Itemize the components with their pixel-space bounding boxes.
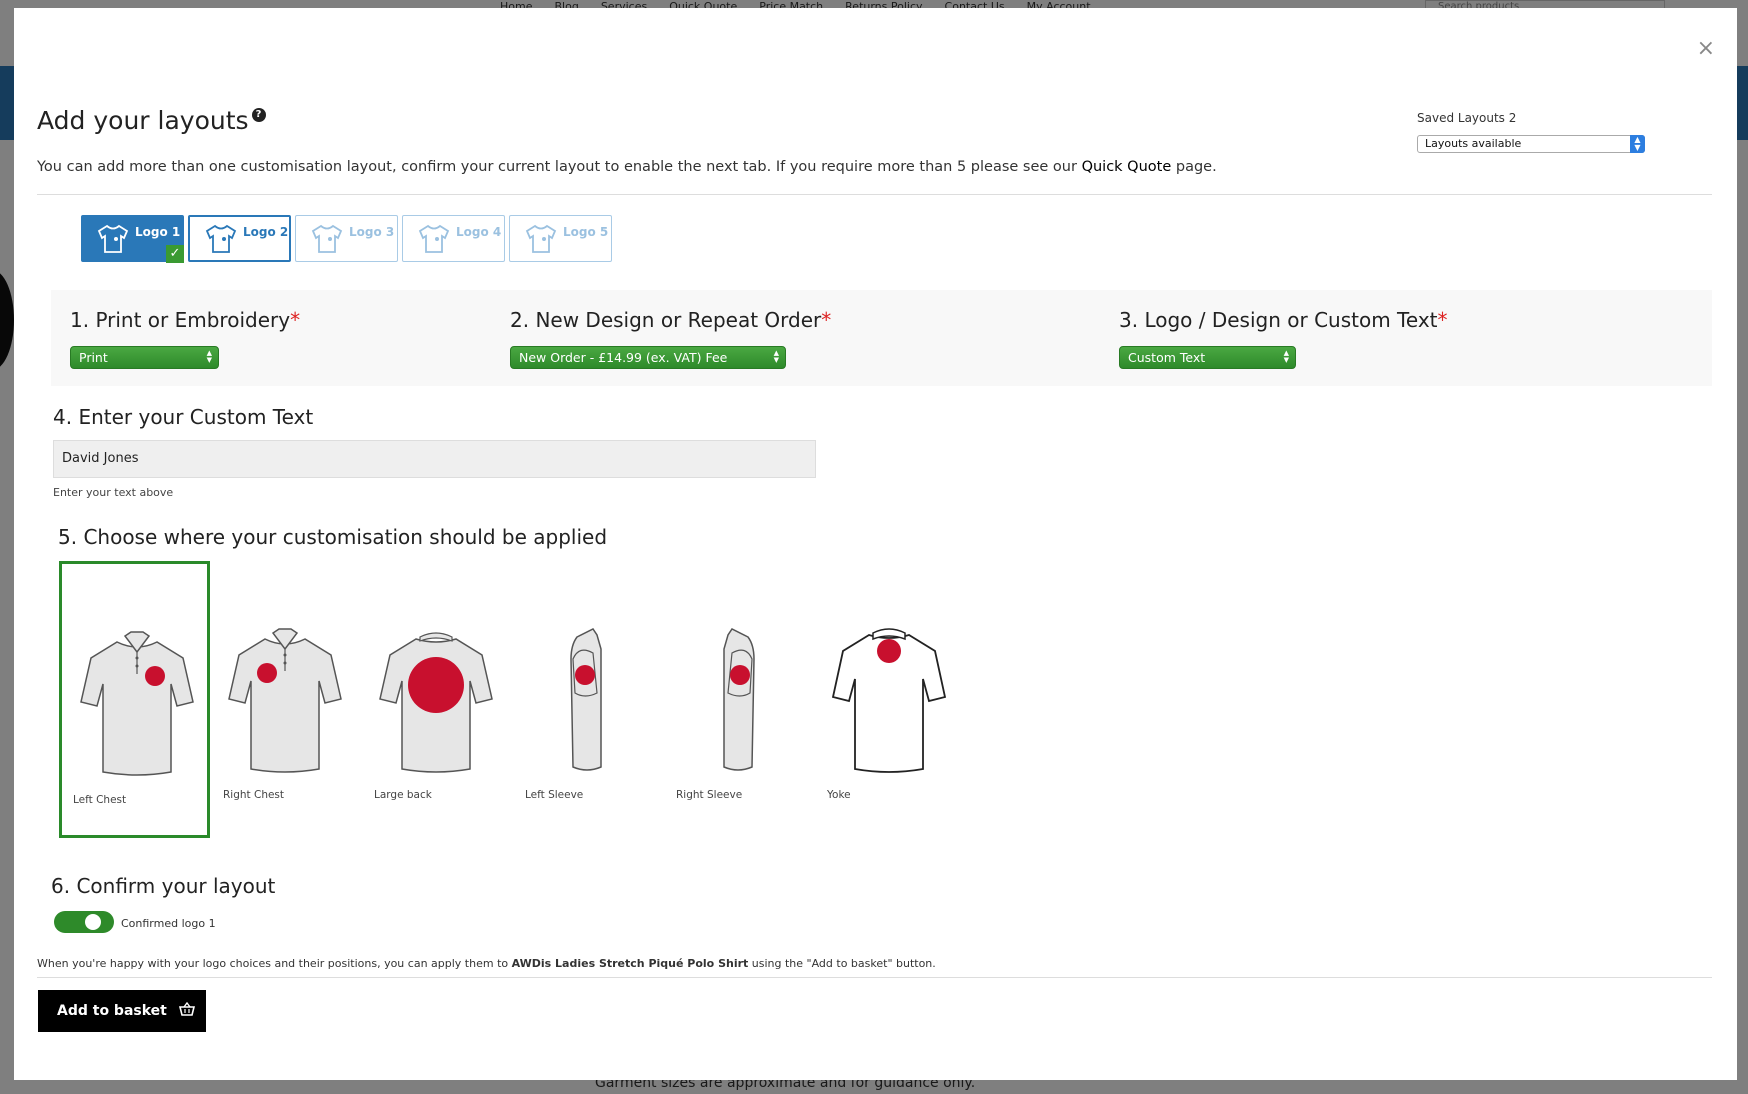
position-label: Left Sleeve (525, 789, 584, 801)
modal-title: Add your layouts ? (37, 106, 266, 135)
step6-title: 6. Confirm your layout (51, 874, 276, 898)
position-options: Left Chest Right Chest Large back Left S… (59, 561, 965, 838)
required-marker: * (290, 308, 301, 332)
select-value: Print (79, 350, 108, 365)
select-value: Custom Text (1128, 350, 1206, 365)
confirm-layout-toggle[interactable] (54, 911, 114, 933)
saved-layouts-label: Saved Layouts 2 (1417, 111, 1517, 125)
polo-front-icon (80, 631, 194, 776)
tab-logo-3[interactable]: Logo 3 (295, 215, 398, 262)
shirt-back-icon (831, 628, 947, 773)
step-title: 3. Logo / Design or Custom Text* (1119, 308, 1448, 332)
custom-text-help: Enter your text above (53, 486, 174, 499)
tab-logo-1[interactable]: Logo 1 ✓ (81, 215, 184, 263)
tab-label: Logo 5 (563, 224, 609, 239)
custom-text-input[interactable]: David Jones (53, 440, 816, 478)
note-before: When you're happy with your logo choices… (37, 957, 512, 970)
design-order-select[interactable]: New Order - £14.99 (ex. VAT) Fee ▲ ▼ (510, 346, 786, 369)
step-title: 2. New Design or Repeat Order* (510, 308, 831, 332)
tab-label: Logo 2 (243, 224, 289, 239)
step-design-order: 2. New Design or Repeat Order* New Order… (510, 308, 831, 369)
step4-title: 4. Enter your Custom Text (53, 405, 314, 429)
position-label: Large back (374, 789, 432, 801)
basket-icon (178, 1001, 195, 1020)
modal-title-text: Add your layouts (37, 106, 249, 135)
tab-logo-2[interactable]: Logo 2 (188, 215, 291, 262)
note-after: using the "Add to basket" button. (748, 957, 936, 970)
step-print-embroidery: 1. Print or Embroidery* Print ▲ ▼ (70, 308, 300, 369)
position-label: Right Sleeve (676, 789, 743, 801)
steps-row: 1. Print or Embroidery* Print ▲ ▼ 2. New … (51, 290, 1712, 386)
position-label: Right Chest (223, 789, 285, 801)
select-arrows-icon: ▲ ▼ (1630, 135, 1645, 153)
add-to-basket-label: Add to basket (57, 1003, 167, 1019)
step-title-text: 1. Print or Embroidery (70, 308, 291, 332)
tshirt-icon (205, 224, 237, 253)
polo-side-icon (723, 628, 755, 771)
step-title: 1. Print or Embroidery* (70, 308, 300, 332)
select-arrows-icon: ▲ ▼ (1283, 349, 1289, 364)
saved-layouts-value: Layouts available (1425, 137, 1522, 150)
toggle-knob (85, 914, 101, 930)
polo-front-icon (228, 628, 342, 773)
tab-label: Logo 3 (349, 224, 395, 239)
layout-modal: × Add your layouts ? You can add more th… (14, 8, 1737, 1080)
position-label: Left Chest (73, 794, 127, 806)
intro-text: You can add more than one customisation … (37, 159, 1217, 175)
polo-back-icon (379, 632, 493, 773)
saved-layouts-select[interactable]: Layouts available ▲ ▼ (1417, 135, 1645, 153)
note-product: AWDis Ladies Stretch Piqué Polo Shirt (511, 957, 749, 970)
tab-label: Logo 1 (135, 224, 181, 239)
divider (37, 194, 1712, 195)
select-value: New Order - £14.99 (ex. VAT) Fee (519, 350, 728, 365)
required-marker: * (1437, 308, 1448, 332)
intro-after: page. (1171, 159, 1217, 175)
tab-label: Logo 4 (456, 224, 502, 239)
tab-logo-4[interactable]: Logo 4 (402, 215, 505, 262)
position-large-back[interactable]: Large back (361, 561, 512, 838)
logo-text-select[interactable]: Custom Text ▲ ▼ (1119, 346, 1296, 369)
close-icon[interactable]: × (1697, 36, 1715, 61)
position-yoke[interactable]: Yoke (814, 561, 965, 838)
divider (37, 977, 1712, 978)
position-right-chest[interactable]: Right Chest (210, 561, 361, 838)
help-icon[interactable]: ? (251, 108, 266, 122)
tshirt-icon (97, 224, 129, 253)
step5-title: 5. Choose where your customisation shoul… (58, 525, 608, 549)
step-logo-text: 3. Logo / Design or Custom Text* Custom … (1119, 308, 1448, 369)
select-arrows-icon: ▲ ▼ (206, 349, 212, 364)
quick-quote-link[interactable]: Quick Quote (1082, 159, 1172, 175)
polo-side-icon (570, 628, 602, 771)
logo-tabs: Logo 1 ✓ Logo 2 Logo 3 Logo 4 Logo 5 (81, 215, 612, 263)
step-title-text: 2. New Design or Repeat Order (510, 308, 822, 332)
apply-note: When you're happy with your logo choices… (37, 957, 936, 970)
select-arrows-icon: ▲ ▼ (773, 349, 779, 364)
position-left-chest[interactable]: Left Chest (59, 561, 210, 838)
print-embroidery-select[interactable]: Print ▲ ▼ (70, 346, 219, 369)
tshirt-icon (525, 224, 557, 253)
step-title-text: 3. Logo / Design or Custom Text (1119, 308, 1438, 332)
tshirt-icon (418, 224, 450, 253)
tshirt-icon (311, 224, 343, 253)
tab-logo-5[interactable]: Logo 5 (509, 215, 612, 262)
position-right-sleeve[interactable]: Right Sleeve (663, 561, 814, 838)
add-to-basket-button[interactable]: Add to basket (38, 990, 206, 1032)
intro-before: You can add more than one customisation … (37, 159, 1082, 175)
check-icon: ✓ (166, 245, 184, 263)
required-marker: * (821, 308, 832, 332)
position-label: Yoke (827, 789, 851, 801)
position-left-sleeve[interactable]: Left Sleeve (512, 561, 663, 838)
confirm-layout-label: Confirmed logo 1 (121, 917, 216, 930)
